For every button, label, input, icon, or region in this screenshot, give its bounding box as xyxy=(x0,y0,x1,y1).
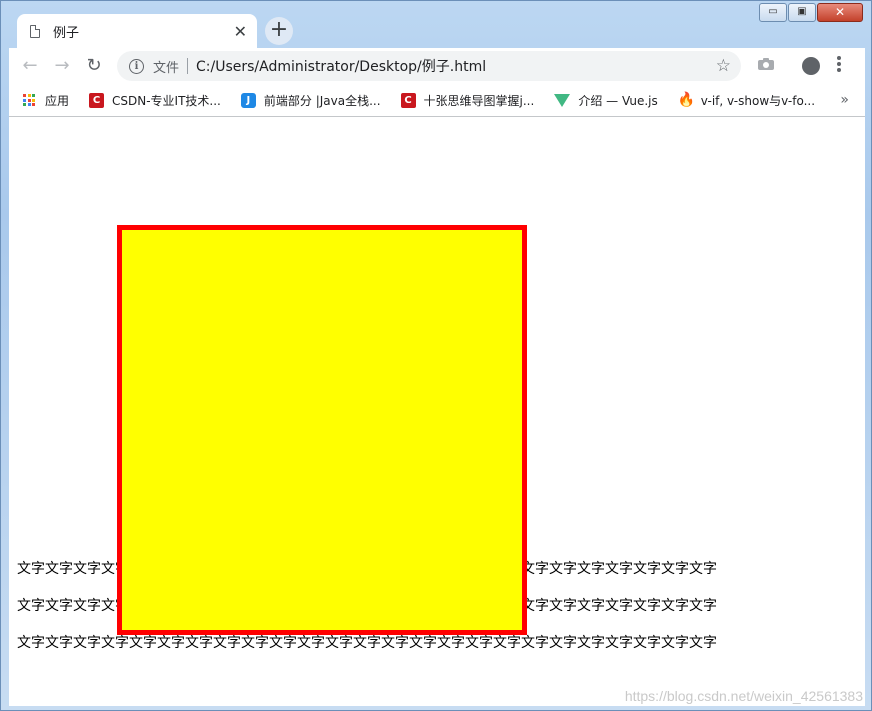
tab-close-icon[interactable]: ✕ xyxy=(234,22,247,41)
profile-avatar-icon[interactable] xyxy=(802,57,820,75)
bookmark-label: v-if, v-show与v-fo... xyxy=(700,93,816,108)
tab-title: 例子 xyxy=(53,25,80,41)
apps-grid-icon xyxy=(23,94,35,106)
bookmark-label: 前端部分 |Java全栈... xyxy=(263,93,381,108)
back-button[interactable]: ← xyxy=(17,53,43,79)
page-content: 文字文字文字文字文字文字文字文字文字文字文字文字文字文字文字文字文字文字文字文字… xyxy=(9,117,865,706)
address-bar[interactable]: i 文件 C:/Users/Administrator/Desktop/例子.h… xyxy=(117,51,741,81)
bookmark-label: 十张思维导图掌握j... xyxy=(423,93,535,108)
toolbar: ← → ↻ i 文件 C:/Users/Administrator/Deskto… xyxy=(9,48,865,84)
document-icon xyxy=(30,24,40,38)
forward-button[interactable]: → xyxy=(49,53,75,79)
watermark: https://blog.csdn.net/weixin_42561383 xyxy=(624,688,863,704)
new-tab-button[interactable]: + xyxy=(265,17,293,45)
minimize-button[interactable]: ▭ xyxy=(759,3,787,22)
camera-icon-svg xyxy=(758,58,774,70)
bookmark-label: CSDN-专业IT技术... xyxy=(112,93,221,108)
bookmark-label: 应用 xyxy=(45,93,70,108)
address-separator xyxy=(187,58,189,74)
bookmarks-bar: 应用 C CSDN-专业IT技术... J 前端部分 |Java全栈... C … xyxy=(9,84,865,117)
address-url[interactable]: C:/Users/Administrator/Desktop/例子.html xyxy=(196,56,716,76)
bookmark-apps[interactable]: 应用 xyxy=(23,92,69,109)
reload-button[interactable]: ↻ xyxy=(81,53,107,79)
window-controls: ▭ ▣ ✕ xyxy=(758,3,863,22)
maximize-button[interactable]: ▣ xyxy=(788,3,816,22)
yellow-box xyxy=(117,225,527,635)
bookmark-csdn[interactable]: C CSDN-专业IT技术... xyxy=(89,92,221,109)
csdn-icon: C xyxy=(400,92,416,108)
browser-window: ▭ ▣ ✕ 例子 ✕ + ← → ↻ i 文件 C:/Users/Adminis… xyxy=(0,0,872,711)
camera-icon[interactable] xyxy=(753,53,779,79)
address-scheme-label: 文件 xyxy=(153,60,180,76)
bookmark-star-icon[interactable]: ☆ xyxy=(716,56,731,76)
close-window-button[interactable]: ✕ xyxy=(817,3,863,22)
bookmark-vue[interactable]: 介绍 — Vue.js xyxy=(554,92,658,109)
bookmark-label: 介绍 — Vue.js xyxy=(578,93,658,108)
bookmark-java[interactable]: J 前端部分 |Java全栈... xyxy=(240,92,381,109)
bookmarks-more-icon[interactable]: » xyxy=(840,92,849,108)
menu-icon[interactable] xyxy=(837,56,841,72)
info-icon[interactable]: i xyxy=(129,58,144,74)
bookmark-mindmap[interactable]: C 十张思维导图掌握j... xyxy=(400,92,535,109)
bookmark-vif[interactable]: 🔥 v-if, v-show与v-fo... xyxy=(678,92,815,109)
csdn-icon: C xyxy=(89,92,105,108)
java-site-icon: J xyxy=(240,92,256,108)
vue-icon xyxy=(554,93,571,107)
tab-active[interactable]: 例子 ✕ xyxy=(17,14,257,48)
flame-icon: 🔥 xyxy=(677,91,696,108)
